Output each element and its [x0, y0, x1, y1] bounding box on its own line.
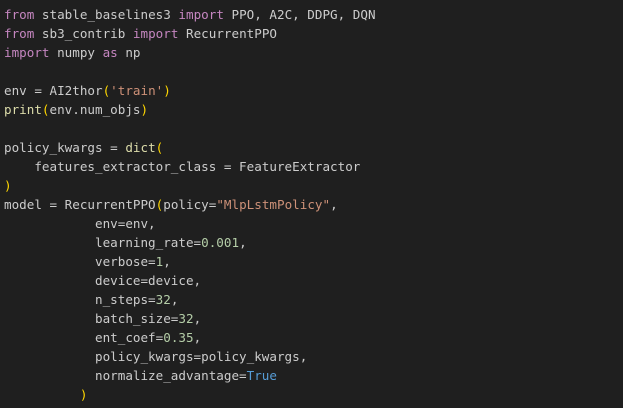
code-token: , — [193, 330, 202, 345]
code-token: policy= — [163, 197, 217, 212]
code-token: import — [178, 7, 224, 22]
code-line[interactable]: from stable_baselines3 import PPO, A2C, … — [4, 5, 623, 24]
code-token: RecurrentPPO — [178, 26, 277, 41]
code-line[interactable]: ) — [4, 176, 623, 195]
code-token: dict — [125, 140, 156, 155]
code-token: , — [330, 197, 338, 212]
code-token: ( — [155, 140, 164, 155]
code-line[interactable]: policy_kwargs = dict( — [4, 138, 623, 157]
code-line[interactable]: print(env.num_objs) — [4, 100, 623, 119]
code-line[interactable] — [4, 62, 623, 81]
code-token: , — [170, 292, 179, 307]
code-line[interactable]: features_extractor_class = FeatureExtrac… — [4, 157, 623, 176]
code-line[interactable]: import numpy as np — [4, 43, 623, 62]
code-line[interactable]: ) — [4, 385, 623, 404]
code-token: policy_kwargs = — [4, 140, 126, 155]
code-line[interactable]: n_steps=32, — [4, 290, 623, 309]
code-editor[interactable]: from stable_baselines3 import PPO, A2C, … — [0, 0, 623, 408]
code-token: features_extractor_class = FeatureExtrac… — [4, 159, 361, 174]
code-token: sb3_contrib — [34, 26, 133, 41]
code-token: , — [193, 311, 202, 326]
code-token: ) — [140, 102, 149, 117]
code-token: 32 — [178, 311, 194, 326]
code-token: ) — [79, 387, 88, 402]
code-token: normalize_advantage= — [4, 368, 247, 383]
code-token: 0.35 — [163, 330, 194, 345]
code-token: PPO, A2C, DDPG, DQN — [223, 7, 376, 22]
code-token: ent_coef= — [4, 330, 164, 345]
code-line[interactable]: normalize_advantage=True — [4, 366, 623, 385]
code-token: env=env, — [4, 216, 156, 231]
code-token: 32 — [155, 292, 171, 307]
code-line[interactable]: batch_size=32, — [4, 309, 623, 328]
code-line[interactable]: env = AI2thor('train') — [4, 81, 623, 100]
code-token: verbose= — [4, 254, 156, 269]
code-token: from — [4, 26, 35, 41]
code-token: ) — [4, 178, 12, 193]
code-token: , — [163, 254, 171, 269]
code-token: import — [4, 45, 50, 60]
code-token: policy_kwargs=policy_kwargs, — [4, 349, 308, 364]
code-line[interactable]: learning_rate=0.001, — [4, 233, 623, 252]
code-line[interactable]: from sb3_contrib import RecurrentPPO — [4, 24, 623, 43]
code-line[interactable]: device=device, — [4, 271, 623, 290]
code-token: stable_baselines3 — [34, 7, 179, 22]
code-line[interactable]: env=env, — [4, 214, 623, 233]
code-line[interactable]: model = RecurrentPPO(policy="MlpLstmPoli… — [4, 195, 623, 214]
code-token: True — [246, 368, 277, 383]
code-token: env = AI2thor — [4, 83, 103, 98]
code-token: np — [117, 45, 141, 60]
code-token: "MlpLstmPolicy" — [216, 197, 331, 212]
code-token: ( — [41, 102, 50, 117]
code-token: import — [132, 26, 179, 41]
code-token: 'train' — [110, 83, 164, 98]
code-token: model = RecurrentPPO — [4, 197, 156, 212]
code-token: from — [4, 7, 35, 22]
code-body: from stable_baselines3 import PPO, A2C, … — [4, 5, 623, 404]
code-token: as — [102, 45, 118, 60]
code-line[interactable]: verbose=1, — [4, 252, 623, 271]
code-token: device=device, — [4, 273, 202, 288]
code-token: batch_size= — [4, 311, 179, 326]
code-line[interactable]: ent_coef=0.35, — [4, 328, 623, 347]
code-token: learning_rate= — [4, 235, 202, 250]
code-token: , — [239, 235, 247, 250]
code-token: print — [4, 102, 42, 117]
code-token: 0.001 — [201, 235, 240, 250]
code-line[interactable]: policy_kwargs=policy_kwargs, — [4, 347, 623, 366]
code-token: n_steps= — [4, 292, 156, 307]
code-token: ) — [163, 83, 171, 98]
code-token: env.num_objs — [49, 102, 141, 117]
code-line[interactable] — [4, 119, 623, 138]
code-token: numpy — [49, 45, 103, 60]
